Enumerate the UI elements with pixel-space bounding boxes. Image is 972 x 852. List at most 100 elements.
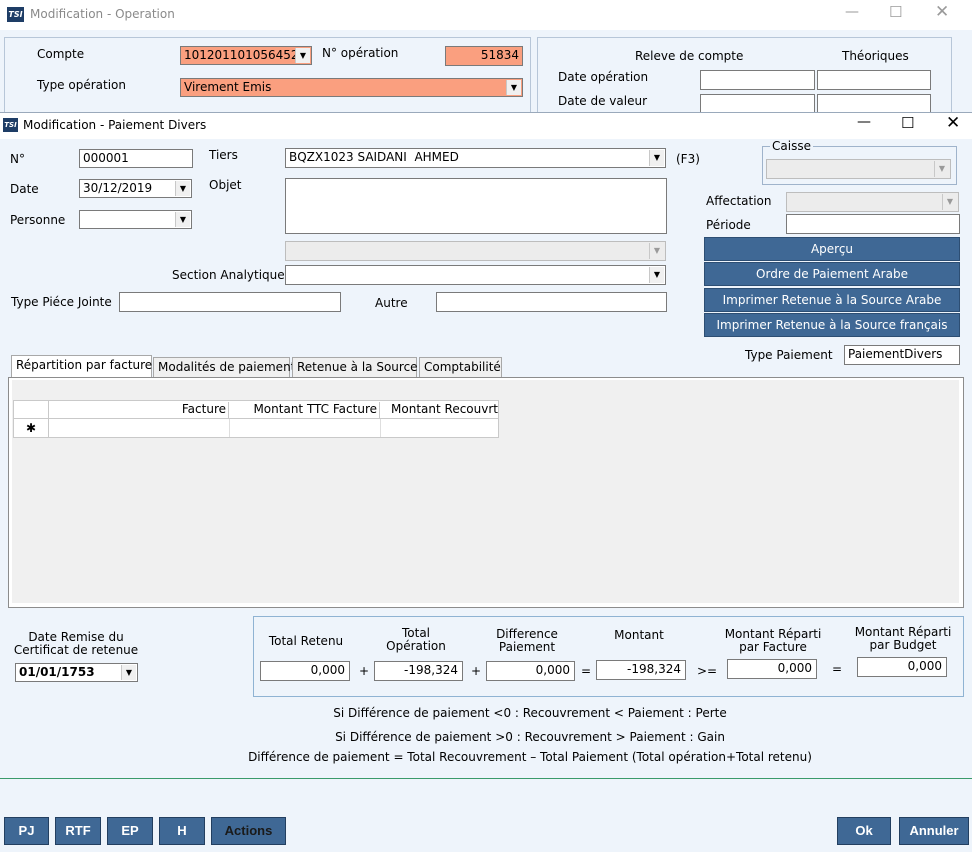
cell-montant-ttc[interactable] [230, 419, 381, 437]
chevron-down-icon: ▼ [934, 161, 949, 177]
ep-button[interactable]: EP [107, 817, 153, 845]
minimize-icon[interactable]: — [857, 114, 871, 130]
bg-type-op-label: Type opération [37, 78, 126, 92]
tab-comptabilite[interactable]: Comptabilité [419, 357, 502, 377]
tiers-label: Tiers [209, 148, 238, 162]
type-paiement-label: Type Paiement [741, 348, 837, 362]
tab-modalites[interactable]: Modalités de paiement [153, 357, 295, 377]
col-header-facture[interactable]: Facture [50, 402, 229, 418]
autre-field[interactable] [436, 292, 667, 312]
bg-compte-combo[interactable]: 1012011010564527 ▼ [180, 46, 312, 65]
total-operation-field[interactable]: -198,324 [374, 661, 463, 681]
tab-retenue[interactable]: Retenue à la Source [292, 357, 418, 377]
total-retenu-field[interactable]: 0,000 [260, 661, 350, 681]
h-button[interactable]: H [159, 817, 205, 845]
bg-num-op-label: N° opération [322, 46, 399, 60]
bg-date-valeur-label: Date de valeur [558, 94, 648, 108]
type-piece-field[interactable] [119, 292, 341, 312]
bg-type-op-combo[interactable]: Virement Emis ▼ [180, 78, 523, 97]
difference-paiement-field[interactable]: 0,000 [486, 661, 575, 681]
bg-date-op-releve-field[interactable] [700, 70, 815, 90]
montant-field[interactable]: -198,324 [596, 660, 686, 680]
periode-field[interactable] [786, 214, 960, 234]
bg-date-op-label: Date opération [558, 70, 649, 84]
chevron-down-icon: ▼ [942, 194, 957, 210]
reparti-facture-label: Montant Réparti par Facture [724, 627, 822, 654]
annuler-button[interactable]: Annuler [899, 817, 969, 845]
window-title: Modification - Paiement Divers [23, 118, 207, 132]
plus-operator: + [359, 664, 370, 678]
apercu-button[interactable]: Aperçu [704, 237, 960, 261]
certificat-date-picker[interactable]: 01/01/1753 ▼ [15, 663, 138, 682]
chevron-down-icon[interactable]: ▼ [175, 212, 190, 227]
chevron-down-icon[interactable]: ▼ [506, 80, 521, 95]
note-gain: Si Différence de paiement >0 : Recouvrem… [335, 730, 725, 744]
bg-title-bar: TSI Modification - Operation — ☐ ✕ [0, 0, 972, 30]
reparti-budget-label: Montant Réparti par Budget [854, 625, 952, 652]
retenue-source-arabe-button[interactable]: Imprimer Retenue à la Source Arabe [704, 288, 960, 312]
montant-label: Montant [614, 628, 664, 642]
chevron-down-icon[interactable]: ▼ [121, 665, 136, 680]
chevron-down-icon: ▼ [649, 243, 664, 259]
bg-date-valeur-releve-field[interactable] [700, 94, 815, 114]
col-header-montant-recouvrt[interactable]: Montant Recouvrt [381, 402, 499, 418]
bg-date-valeur-theorique-field[interactable] [817, 94, 931, 114]
chevron-down-icon[interactable]: ▼ [649, 150, 664, 166]
equals-operator: = [832, 662, 843, 676]
plus-operator: + [471, 664, 482, 678]
chevron-down-icon[interactable]: ▼ [649, 267, 664, 283]
difference-paiement-label: Difference Paiement [496, 627, 558, 654]
bg-releve-label: Releve de compte [635, 49, 744, 63]
total-operation-label: Total Opération [386, 626, 446, 653]
caisse-label: Caisse [770, 139, 813, 153]
type-paiement-field[interactable]: PaiementDivers [844, 345, 960, 365]
rtf-button[interactable]: RTF [55, 817, 101, 845]
grid-header-row: Facture Montant TTC Facture Montant Reco… [13, 400, 499, 419]
bg-maximize-icon[interactable]: ☐ [889, 3, 902, 21]
affectation-combo: ▼ [786, 192, 959, 212]
tiers-combo[interactable]: BQZX1023 SAIDANI AHMED ▼ [285, 148, 666, 168]
type-piece-label: Type Piéce Jointe [11, 295, 112, 309]
autre-label: Autre [375, 296, 408, 310]
bg-num-op-field[interactable]: 51834 [445, 46, 523, 66]
bg-theoriques-label: Théoriques [842, 49, 909, 63]
reparti-budget-field[interactable]: 0,000 [857, 657, 947, 677]
pj-button[interactable]: PJ [4, 817, 49, 845]
tab-repartition[interactable]: Répartition par facture [11, 355, 152, 378]
bg-window-title: Modification - Operation [30, 7, 175, 21]
objet-label: Objet [209, 178, 242, 192]
new-row-marker: ✱ [14, 419, 49, 437]
row-header-corner [14, 401, 49, 418]
chevron-down-icon[interactable]: ▼ [295, 48, 310, 63]
disabled-combo: ▼ [285, 241, 666, 261]
actions-button[interactable]: Actions [211, 817, 286, 845]
f3-hint: (F3) [676, 152, 700, 166]
bg-date-op-theorique-field[interactable] [817, 70, 931, 90]
equals-operator: = [581, 664, 592, 678]
periode-label: Période [706, 218, 751, 232]
maximize-icon[interactable]: ☐ [901, 114, 914, 132]
total-retenu-label: Total Retenu [268, 634, 344, 648]
bg-close-icon[interactable]: ✕ [935, 2, 949, 22]
table-row[interactable]: ✱ [13, 419, 499, 438]
objet-textarea[interactable] [285, 178, 667, 234]
personne-combo[interactable]: ▼ [79, 210, 192, 229]
no-field[interactable]: 000001 [79, 149, 193, 168]
ok-button[interactable]: Ok [837, 817, 891, 845]
section-analytique-combo[interactable]: ▼ [285, 265, 666, 285]
no-label: N° [10, 152, 25, 166]
app-logo-icon: TSI [7, 7, 24, 22]
date-picker[interactable]: 30/12/2019 ▼ [79, 179, 192, 198]
grid-group-header [12, 380, 959, 400]
cell-montant-recouvrt[interactable] [381, 419, 499, 437]
caisse-combo: ▼ [766, 159, 951, 179]
app-logo-icon: TSI [3, 118, 18, 132]
ordre-paiement-arabe-button[interactable]: Ordre de Paiement Arabe [704, 262, 960, 286]
col-header-montant-ttc[interactable]: Montant TTC Facture [230, 402, 380, 418]
bg-minimize-icon[interactable]: — [845, 4, 859, 20]
cell-facture[interactable] [50, 419, 230, 437]
close-icon[interactable]: ✕ [946, 113, 960, 133]
retenue-source-francais-button[interactable]: Imprimer Retenue à la Source français [704, 313, 960, 337]
reparti-facture-field[interactable]: 0,000 [727, 659, 817, 679]
chevron-down-icon[interactable]: ▼ [175, 181, 190, 196]
